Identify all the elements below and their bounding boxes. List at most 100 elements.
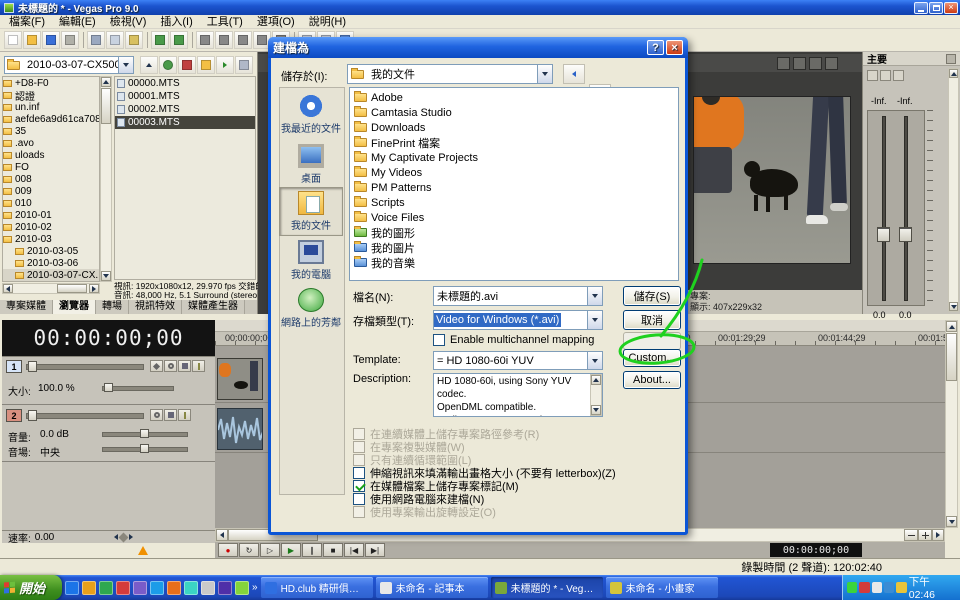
track2-solo-icon[interactable] — [178, 409, 191, 421]
quicklaunch-icon[interactable] — [82, 581, 96, 595]
tray-icon[interactable] — [872, 582, 882, 593]
record-button[interactable]: ● — [218, 543, 238, 557]
task-notepad[interactable]: 未命名 - 記事本 — [376, 577, 488, 598]
track1-level-knob[interactable] — [104, 383, 113, 392]
quicklaunch-icon[interactable] — [218, 581, 232, 595]
copy-icon[interactable] — [106, 31, 124, 49]
track1-fx-icon[interactable] — [192, 360, 205, 372]
menu-options[interactable]: 選項(O) — [250, 15, 302, 29]
redo-icon[interactable] — [170, 31, 188, 49]
mixer-menu-icon[interactable] — [946, 54, 956, 64]
preview-quality-icon[interactable] — [777, 57, 790, 70]
folder-item[interactable]: Adobe — [354, 90, 674, 105]
combo-dropdown-icon[interactable] — [587, 352, 602, 369]
multichannel-checkbox-row[interactable]: Enable multichannel mapping — [433, 334, 594, 346]
mixer-downmix-icon[interactable] — [893, 70, 904, 81]
open-icon[interactable] — [23, 31, 41, 49]
tray-icon[interactable] — [847, 582, 857, 593]
tree-item-selected[interactable]: 2010-03-07-CX... — [3, 269, 99, 281]
track2-mute-icon[interactable] — [164, 409, 177, 421]
minimize-button[interactable] — [914, 2, 928, 14]
tree-item[interactable]: 010 — [3, 197, 99, 209]
file-name-combo[interactable]: 未標題的.avi — [433, 286, 603, 306]
folder-item[interactable]: 我的音樂 — [354, 255, 674, 270]
scrollbar-thumb[interactable] — [101, 88, 111, 124]
save-icon[interactable] — [42, 31, 60, 49]
video-clip[interactable] — [217, 358, 263, 400]
place-my-computer[interactable]: 我的電腦 — [279, 237, 343, 284]
tree-item[interactable]: +D8-F0 — [3, 77, 99, 89]
preview-external-icon[interactable] — [825, 57, 838, 70]
save-in-combo[interactable]: 我的文件 — [347, 64, 553, 84]
folder-tree[interactable]: +D8-F0 認證 un.inf aefde6a9d61ca708dd27 35… — [2, 76, 100, 282]
save-button[interactable]: 儲存(S) — [623, 286, 681, 306]
folder-item[interactable]: My Videos — [354, 165, 674, 180]
file-list[interactable]: 00000.MTS 00001.MTS 00002.MTS 00003.MTS — [114, 76, 256, 280]
zoom-in-icon[interactable] — [918, 529, 932, 541]
go-to-start-button[interactable]: |◀ — [344, 543, 364, 557]
quicklaunch-icon[interactable] — [133, 581, 147, 595]
delete-icon[interactable] — [178, 56, 196, 74]
folder-item[interactable]: FinePrint 檔案 — [354, 135, 674, 150]
paste-icon[interactable] — [125, 31, 143, 49]
audio-clip[interactable] — [217, 408, 263, 450]
track1-bypass-icon[interactable] — [150, 360, 163, 372]
mixer-insert-icon[interactable] — [867, 70, 878, 81]
dialog-help-button[interactable]: ? — [647, 40, 664, 55]
dialog-close-button[interactable]: × — [666, 40, 683, 55]
quicklaunch-show-desktop-icon[interactable] — [201, 581, 215, 595]
task-vegas[interactable]: 未標題的 * - Vegas P... — [491, 577, 603, 598]
file-item-selected[interactable]: 00003.MTS — [115, 116, 255, 129]
tree-item[interactable]: 2010-01 — [3, 209, 99, 221]
timeline-vscrollbar[interactable] — [945, 320, 958, 528]
quicklaunch-icon[interactable] — [99, 581, 113, 595]
zoom-out-icon[interactable] — [904, 529, 918, 541]
stop-button[interactable]: ■ — [323, 543, 343, 557]
tray-icon[interactable] — [859, 582, 869, 593]
master-fader-left[interactable] — [877, 227, 890, 242]
preview-copy-icon[interactable] — [809, 57, 822, 70]
snap-icon[interactable] — [196, 31, 214, 49]
track2-number[interactable]: 2 — [6, 409, 22, 422]
save-type-combo[interactable]: Video for Windows (*.avi) — [433, 310, 603, 330]
maximize-button[interactable] — [929, 2, 943, 14]
mixer-scrollbar[interactable] — [948, 68, 959, 312]
crossfade-icon[interactable] — [215, 31, 233, 49]
quicklaunch-more-icon[interactable]: » — [252, 582, 258, 593]
folder-item[interactable]: Camtasia Studio — [354, 105, 674, 120]
quicklaunch-ie-icon[interactable] — [65, 581, 79, 595]
tree-item[interactable]: 009 — [3, 185, 99, 197]
tray-icon[interactable] — [896, 582, 906, 593]
folder-item[interactable]: Downloads — [354, 120, 674, 135]
tree-item[interactable]: 2010-03 — [3, 233, 99, 245]
menu-edit[interactable]: 編輯(E) — [52, 15, 103, 29]
place-recent[interactable]: 我最近的文件 — [279, 91, 343, 138]
back-folder-icon[interactable] — [563, 64, 585, 84]
close-button[interactable]: × — [944, 2, 958, 14]
play-button[interactable]: ▶ — [281, 543, 301, 557]
menu-help[interactable]: 說明(H) — [302, 15, 353, 29]
place-my-documents[interactable]: 我的文件 — [279, 187, 343, 236]
tree-hscrollbar[interactable] — [2, 283, 100, 294]
properties-icon[interactable] — [61, 31, 79, 49]
tree-scrollbar[interactable] — [100, 76, 112, 282]
template-combo[interactable]: = HD 1080-60i YUV — [433, 351, 603, 370]
track2-fade-knob[interactable] — [28, 410, 37, 421]
track2-fade-slider[interactable] — [26, 413, 144, 419]
tab-project-media[interactable]: 專案媒體 — [0, 300, 53, 314]
custom-button[interactable]: Custom... — [623, 349, 681, 367]
menu-file[interactable]: 檔案(F) — [2, 15, 52, 29]
tree-item[interactable]: aefde6a9d61ca708dd27 — [3, 113, 99, 125]
folder-item[interactable]: Scripts — [354, 195, 674, 210]
auto-preview-icon[interactable] — [216, 56, 234, 74]
tree-item[interactable]: 2010-02 — [3, 221, 99, 233]
tree-item[interactable]: uloads — [3, 149, 99, 161]
go-to-end-button[interactable]: ▶| — [365, 543, 385, 557]
folder-item[interactable]: My Captivate Projects — [354, 150, 674, 165]
undo-icon[interactable] — [151, 31, 169, 49]
file-item[interactable]: 00000.MTS — [115, 77, 255, 90]
tab-video-fx[interactable]: 視訊特效 — [129, 300, 182, 314]
tray-speaker-icon[interactable] — [884, 582, 894, 593]
tree-item[interactable]: 35 — [3, 125, 99, 137]
track2-arm-icon[interactable] — [150, 409, 163, 421]
